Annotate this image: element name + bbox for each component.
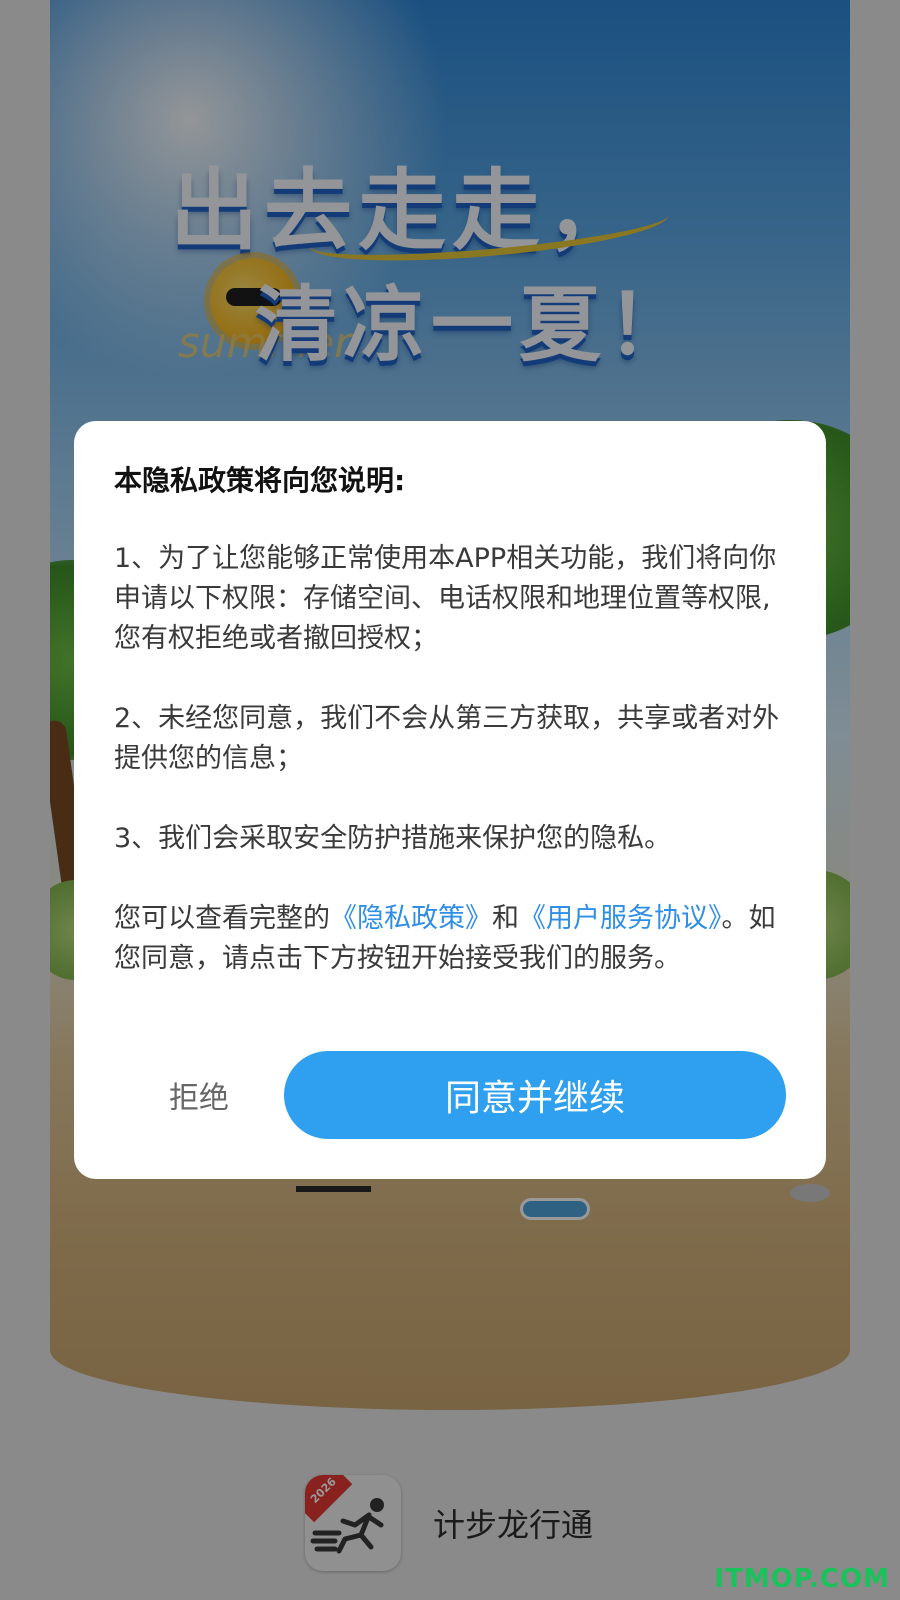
dialog-title: 本隐私政策将向您说明: (114, 464, 406, 497)
privacy-point-2: 2、未经您同意，我们不会从第三方获取，共享或者对外提供您的信息； (114, 703, 780, 774)
notice-and: 和 (492, 903, 519, 934)
user-agreement-link[interactable]: 《用户服务协议》 (519, 903, 722, 934)
agree-continue-button[interactable]: 同意并继续 (284, 1051, 786, 1139)
refuse-button[interactable]: 拒绝 (114, 1051, 284, 1139)
dialog-actions: 拒绝 同意并继续 (114, 1051, 786, 1139)
privacy-dialog: 本隐私政策将向您说明: 1、为了让您能够正常使用本APP相关功能，我们将向你申请… (74, 421, 826, 1179)
privacy-policy-link[interactable]: 《隐私政策》 (330, 903, 492, 934)
privacy-point-3: 3、我们会采取安全防护措施来保护您的隐私。 (114, 823, 672, 854)
policy-notice: 您可以查看完整的《隐私政策》和《用户服务协议》。如您同意，请点击下方按钮开始接受… (114, 899, 786, 979)
notice-prefix: 您可以查看完整的 (114, 903, 330, 934)
privacy-point-1: 1、为了让您能够正常使用本APP相关功能，我们将向你申请以下权限：存储空间、电话… (114, 543, 777, 654)
site-watermark: ITMOP.COM (714, 1564, 890, 1594)
